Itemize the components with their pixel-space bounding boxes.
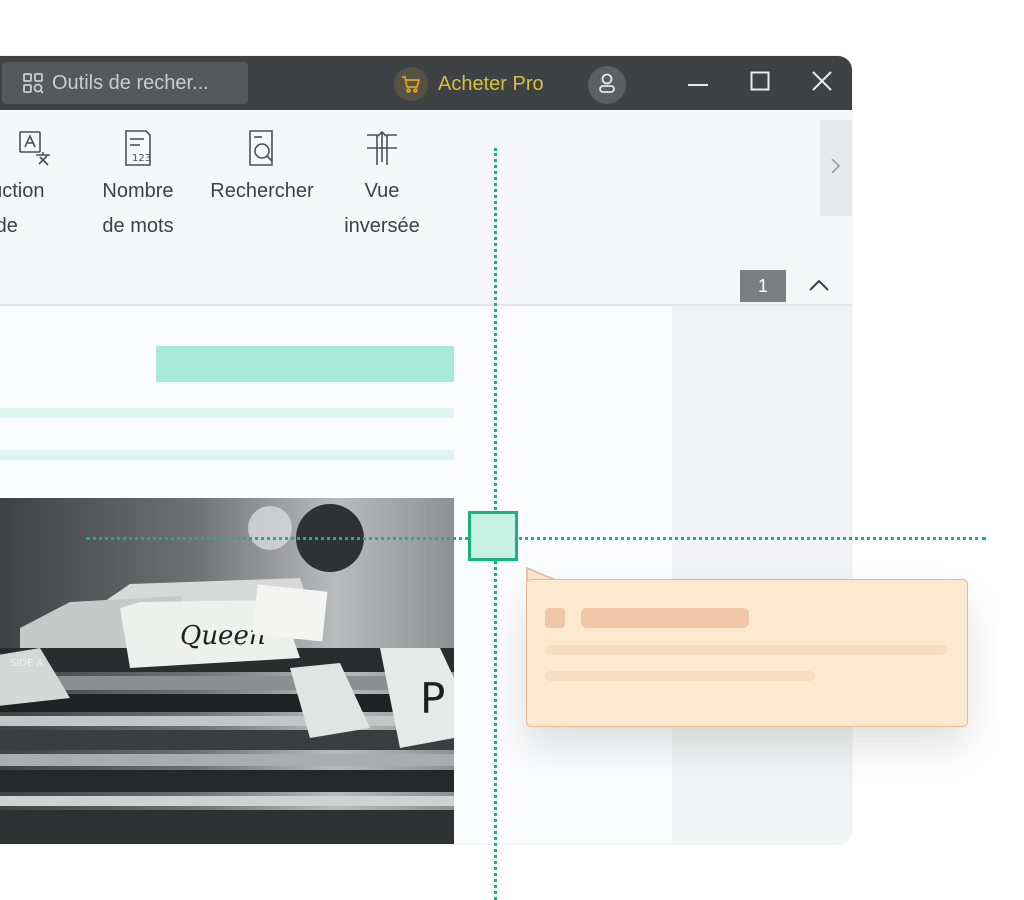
close-button[interactable]: [800, 62, 844, 104]
ribbon-word-count[interactable]: 123 Nombre de mots: [88, 128, 188, 244]
ribbon-label: Vue inversée: [344, 180, 420, 237]
ribbon-toolbar: duction pide 123 Nombre de mots: [0, 110, 852, 306]
callout-card: [526, 579, 968, 727]
text-line: [0, 408, 454, 418]
ribbon-label: Rechercher: [210, 180, 314, 202]
document-photo: Queen P SIDE A: [0, 498, 454, 844]
close-icon: [811, 70, 833, 97]
search-document-icon: [200, 128, 324, 172]
callout-skeleton-title: [581, 608, 749, 628]
minimize-icon: [687, 74, 709, 92]
word-count-icon: 123: [88, 128, 188, 172]
maximize-icon: [750, 71, 770, 96]
title-bar: Outils de recher... Acheter Pro: [0, 56, 852, 110]
callout-skeleton-icon: [545, 608, 565, 628]
translate-icon: [0, 128, 84, 172]
svg-text:P: P: [420, 674, 445, 723]
tools-search-box[interactable]: Outils de recher...: [2, 62, 248, 104]
maximize-button[interactable]: [738, 62, 782, 104]
highlighted-text-line: [156, 346, 454, 382]
ribbon-label: duction pide: [0, 180, 45, 237]
ribbon-search[interactable]: Rechercher: [200, 128, 324, 209]
ribbon-scroll-right-button[interactable]: [820, 120, 852, 216]
text-line: [0, 450, 454, 460]
callout-popup: [526, 567, 968, 727]
record-side-label: SIDE A: [10, 658, 43, 669]
chevron-right-icon: [830, 156, 842, 181]
page-number-badge: 1: [740, 270, 786, 302]
ribbon-reverse-view[interactable]: Vue inversée: [334, 128, 430, 244]
selection-marker: [468, 511, 518, 561]
tab-label-text: Queen: [180, 621, 266, 651]
ribbon-label: Nombre de mots: [102, 180, 174, 237]
buy-pro-button[interactable]: Acheter Pro: [394, 66, 544, 102]
user-icon: [597, 72, 617, 99]
user-account-button[interactable]: [588, 66, 626, 104]
svg-text:123: 123: [132, 153, 151, 164]
search-placeholder: Outils de recher...: [52, 71, 209, 94]
cart-icon: [394, 67, 428, 101]
chevron-up-icon: [808, 278, 830, 297]
minimize-button[interactable]: [676, 62, 720, 104]
collapse-ribbon-button[interactable]: [802, 274, 836, 300]
callout-skeleton-line: [545, 645, 947, 655]
callout-skeleton-line: [545, 671, 815, 681]
reverse-view-icon: [334, 128, 430, 172]
horizontal-guide-line: [86, 537, 986, 540]
ribbon-quick-translation[interactable]: duction pide: [0, 128, 84, 244]
buy-pro-label: Acheter Pro: [438, 72, 544, 95]
tools-grid-icon: [22, 72, 44, 94]
